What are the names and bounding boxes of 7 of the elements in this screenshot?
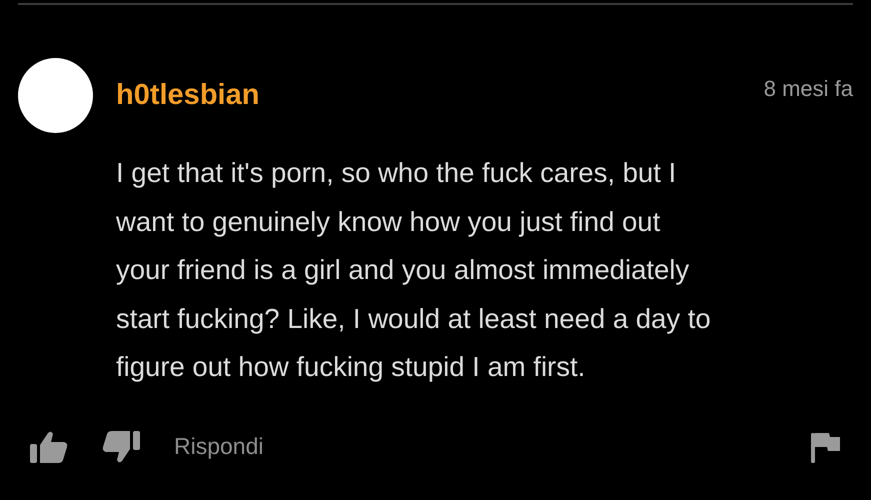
thumbs-up-icon[interactable] [30,430,68,464]
timestamp: 8 mesi fa [764,76,853,102]
username: h0tlesbian [116,79,260,112]
reply-button[interactable]: Rispondi [174,433,264,460]
flag-icon[interactable] [811,430,841,462]
thumbs-down-icon[interactable] [102,430,140,464]
comment-text: I get that it's porn, so who the fuck cares, but I want to genuinely know how you just find out your friend is a girl and you almost immediately start fucking? Like, I would at least need a day to figure out how fucking stupid I am first. [116,156,712,384]
